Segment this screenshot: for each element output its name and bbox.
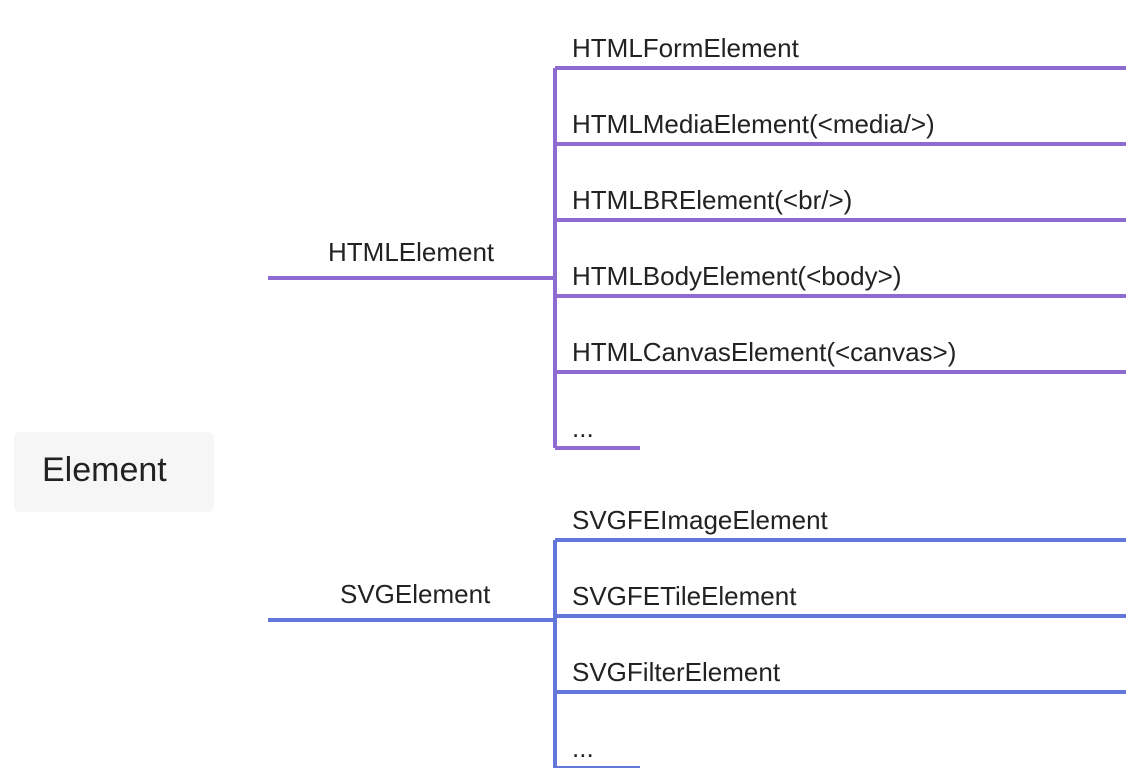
leaf-label: HTMLFormElement xyxy=(572,33,800,63)
leaf-ellipsis: ... xyxy=(572,733,594,763)
leaf-label: HTMLMediaElement(<media/>) xyxy=(572,109,935,139)
leaf-label: HTMLBRElement(<br/>) xyxy=(572,185,852,215)
leaf-label: SVGFETileElement xyxy=(572,581,797,611)
leaf-label: SVGFEImageElement xyxy=(572,505,829,535)
leaf-label: HTMLCanvasElement(<canvas>) xyxy=(572,337,956,367)
leaf-ellipsis: ... xyxy=(572,413,594,443)
root-node-label: Element xyxy=(42,451,167,489)
leaf-label: HTMLBodyElement(<body>) xyxy=(572,261,901,291)
branch-label: SVGElement xyxy=(340,579,491,609)
leaf-label: SVGFilterElement xyxy=(572,657,781,687)
hierarchy-diagram: Element HTMLElement HTMLFormElement HTMLMed… xyxy=(0,0,1134,768)
branch-label: HTMLElement xyxy=(328,237,495,267)
